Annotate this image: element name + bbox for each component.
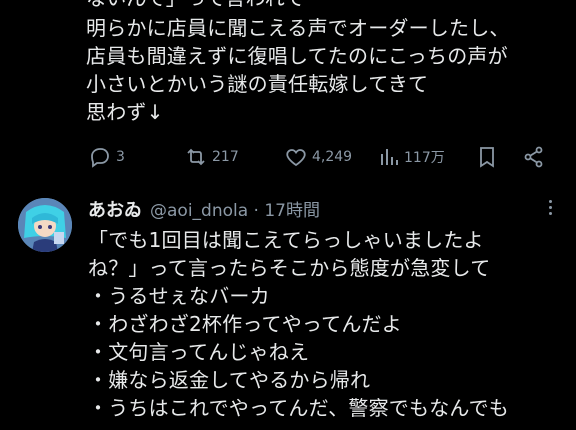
tweet-text-line: ・うるせぇなバーカ — [88, 284, 270, 308]
tweet-text-line: 店員も間違えずに復唱してたのにこっちの声が — [86, 44, 508, 68]
repost-button[interactable]: 217 — [184, 142, 239, 172]
views-button[interactable]: 117万 — [378, 142, 445, 172]
tweet-text-line: 明らかに店員に聞こえる声でオーダーしたし、 — [86, 16, 510, 40]
handle-and-time[interactable]: @aoi_dnola · 17時間 — [150, 196, 320, 221]
tweet-text-line: ・わざわざ2杯作ってやってんだよ — [88, 312, 402, 336]
avatar-image — [18, 198, 72, 252]
reply-count: 3 — [116, 149, 125, 165]
display-name[interactable]: あおゐ — [88, 196, 142, 222]
share-button[interactable] — [522, 142, 546, 172]
reply-button[interactable]: 3 — [88, 142, 125, 172]
more-options-icon[interactable] — [548, 200, 554, 218]
tweet-text-line: ・うちはこれでやってんだ、警察でもなんでも — [88, 396, 509, 420]
tweet-text-line: 「でも1回目は聞こえてらっしゃいましたよ — [88, 228, 484, 252]
tweet-text-line: ・嫌なら返金してやるから帰れ — [88, 368, 371, 392]
reply-header: あおゐ @aoi_dnola · 17時間 — [88, 196, 320, 222]
share-icon — [524, 146, 543, 168]
heart-icon — [286, 149, 306, 167]
tweet-text-line: ね？」って言ったらそこから態度が急変して — [88, 256, 491, 280]
repost-count: 217 — [212, 149, 239, 165]
bookmark-icon — [480, 147, 494, 168]
reply-tweet: あおゐ @aoi_dnola · 17時間 「でも1回目は聞こえてらっしゃいまし… — [0, 190, 576, 430]
view-count: 117万 — [404, 150, 445, 166]
tweet-text-line: 小さいとかいう謎の責任転嫁してきて — [86, 72, 429, 96]
tweet-action-bar: 3 217 4,249 117万 — [88, 142, 558, 172]
like-button[interactable]: 4,249 — [284, 142, 352, 172]
repost-icon — [187, 148, 205, 166]
reply-icon — [91, 148, 109, 168]
analytics-icon — [381, 149, 398, 165]
tweet-text-line: ないんで」って言われて — [86, 0, 305, 12]
like-count: 4,249 — [312, 149, 353, 165]
avatar[interactable] — [18, 198, 72, 252]
bookmark-button[interactable] — [476, 142, 498, 172]
tweet-text-line: ・文句言ってんじゃねえ — [88, 340, 310, 364]
tweet-text-line: 思わず↓ — [86, 100, 164, 124]
